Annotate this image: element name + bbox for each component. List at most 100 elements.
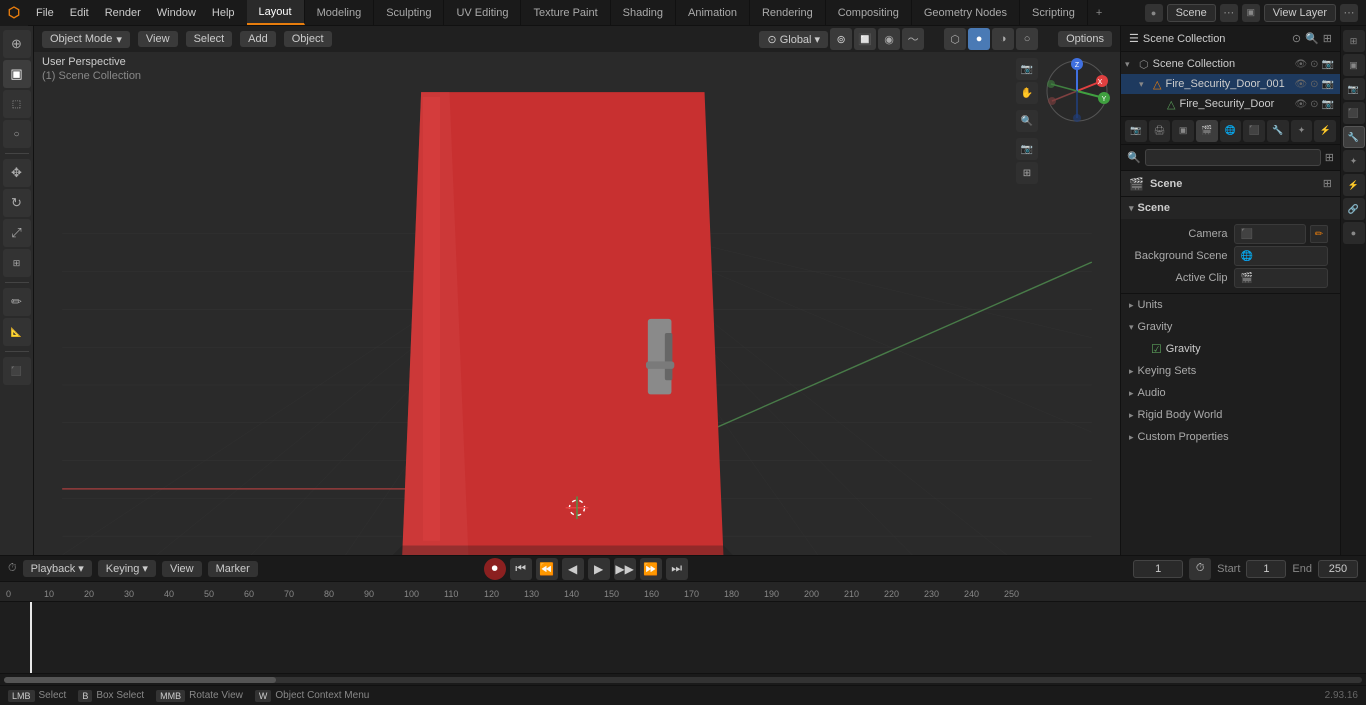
tab-texture-paint[interactable]: Texture Paint [521, 0, 610, 25]
menu-window[interactable]: Window [149, 0, 204, 25]
tab-animation[interactable]: Animation [676, 0, 750, 25]
tab-modeling[interactable]: Modeling [305, 0, 375, 25]
keying-menu-btn[interactable]: Keying ▾ [98, 560, 156, 577]
object-menu-btn[interactable]: Object [284, 31, 332, 47]
props-tab-scene[interactable]: 🎬 [1196, 120, 1218, 142]
jump-start-btn[interactable]: ⏮ [510, 558, 532, 580]
far-right-tab-4[interactable]: ⬛ [1343, 102, 1365, 124]
far-right-tab-1[interactable]: ⊞ [1343, 30, 1365, 52]
door-render[interactable]: 📷 [1322, 99, 1334, 110]
far-right-tab-8[interactable]: 🔗 [1343, 198, 1365, 220]
shading-wire-btn[interactable]: ⬡ [944, 28, 966, 50]
measure-tool-btn[interactable]: 📐 [3, 318, 31, 346]
props-tab-physics[interactable]: ⚡ [1314, 120, 1336, 142]
marker-menu-btn[interactable]: Marker [208, 561, 258, 577]
outliner-item-door[interactable]: ▸ △ Fire_Security_Door 👁 ⊙ 📷 [1121, 94, 1340, 114]
annotate-tool-btn[interactable]: ✏ [3, 288, 31, 316]
options-btn[interactable]: Options [1058, 31, 1112, 47]
far-right-tab-3[interactable]: 📷 [1343, 78, 1365, 100]
props-tab-view-layer[interactable]: ▣ [1172, 120, 1194, 142]
tab-scripting[interactable]: Scripting [1020, 0, 1088, 25]
door001-select[interactable]: ⊙ [1310, 79, 1318, 90]
props-tab-output[interactable]: 🖨 [1149, 120, 1171, 142]
add-object-btn[interactable]: ⬛ [3, 357, 31, 385]
door-select[interactable]: ⊙ [1310, 99, 1318, 110]
outliner-options-btn[interactable]: ⊞ [1323, 32, 1332, 45]
view-menu-btn[interactable]: View [138, 31, 178, 47]
step-prev-btn[interactable]: ◀ [562, 558, 584, 580]
select-box-btn[interactable]: ⬚ [3, 90, 31, 118]
bg-scene-input[interactable]: 🌐 [1234, 246, 1329, 266]
active-clip-input[interactable]: 🎬 [1234, 268, 1329, 288]
props-tab-world[interactable]: 🌐 [1220, 120, 1242, 142]
render-icon[interactable]: 📷 [1322, 59, 1334, 70]
props-tab-particles[interactable]: ✦ [1291, 120, 1313, 142]
scene-selector[interactable]: Scene [1167, 4, 1216, 22]
door-visibility[interactable]: 👁 [1294, 99, 1307, 110]
select-icon[interactable]: ⊙ [1310, 59, 1318, 70]
navigation-gizmo[interactable]: X Y Z [1042, 56, 1112, 126]
transform-tool-btn[interactable]: ⊞ [3, 249, 31, 277]
tab-geometry-nodes[interactable]: Geometry Nodes [912, 0, 1020, 25]
playback-menu-btn[interactable]: Playback ▾ [23, 560, 92, 577]
far-right-tab-9[interactable]: ● [1343, 222, 1365, 244]
camera-input[interactable]: ⬛ [1234, 224, 1307, 244]
select-circle-btn[interactable]: ○ [3, 120, 31, 148]
scrollbar-thumb[interactable] [4, 677, 276, 683]
custom-props-section[interactable]: ▸ Custom Properties [1121, 426, 1340, 448]
props-search-clear[interactable]: ⊞ [1325, 151, 1334, 164]
select-tool-btn[interactable]: ▣ [3, 60, 31, 88]
tab-rendering[interactable]: Rendering [750, 0, 826, 25]
shading-material-btn[interactable]: ◑ [992, 28, 1014, 50]
props-tab-render[interactable]: 📷 [1125, 120, 1147, 142]
jump-prev-keyframe-btn[interactable]: ⏪ [536, 558, 558, 580]
shading-render-btn[interactable]: ○ [1016, 28, 1038, 50]
tab-sculpting[interactable]: Sculpting [374, 0, 444, 25]
zoom-viewport-btn[interactable]: 🔍 [1016, 110, 1038, 132]
far-right-tab-7[interactable]: ⚡ [1343, 174, 1365, 196]
render-preview-btn[interactable]: 📷 [1016, 138, 1038, 160]
viewport-canvas[interactable] [34, 26, 1120, 555]
scale-tool-btn[interactable]: ⤢ [3, 219, 31, 247]
filter-btn[interactable]: ⊙ [1292, 32, 1301, 45]
search-outliner-btn[interactable]: 🔍 [1305, 32, 1319, 45]
timeline-content[interactable] [0, 602, 1366, 673]
timeline-scrollbar[interactable] [0, 673, 1366, 685]
scrollbar-track[interactable] [4, 677, 1362, 683]
menu-edit[interactable]: Edit [62, 0, 97, 25]
door001-render[interactable]: 📷 [1322, 79, 1334, 90]
props-tab-modifier[interactable]: 🔧 [1267, 120, 1289, 142]
jump-next-keyframe-btn[interactable]: ⏩ [640, 558, 662, 580]
tab-layout[interactable]: Layout [247, 0, 305, 25]
menu-render[interactable]: Render [97, 0, 149, 25]
props-tab-object[interactable]: ⬛ [1243, 120, 1265, 142]
play-btn[interactable]: ▶ [588, 558, 610, 580]
scene-props-expand[interactable]: ⊞ [1323, 177, 1332, 190]
outliner-item-door001[interactable]: ▾ △ Fire_Security_Door_001 👁 ⊙ 📷 [1121, 74, 1340, 94]
add-menu-btn[interactable]: Add [240, 31, 276, 47]
graph-btn[interactable]: 〜 [902, 28, 924, 50]
door001-visibility[interactable]: 👁 [1294, 79, 1307, 90]
scene-section-header[interactable]: ▾ Scene [1121, 197, 1340, 219]
end-frame-input[interactable]: 250 [1318, 560, 1358, 578]
scene-selector-icon[interactable]: ● [1145, 4, 1163, 22]
record-btn[interactable]: ⏺ [484, 558, 506, 580]
gravity-section[interactable]: ▾ Gravity [1121, 316, 1340, 338]
pivot-point-btn[interactable]: ⊙ Global ▾ [759, 31, 828, 48]
shading-solid-btn[interactable]: ● [968, 28, 990, 50]
visibility-icon[interactable]: 👁 [1294, 59, 1307, 70]
current-frame-input[interactable]: 1 [1133, 560, 1183, 578]
proportional-edit-btn[interactable]: ◉ [878, 28, 900, 50]
scene-options-icon[interactable]: ⋯ [1220, 4, 1238, 22]
frame-clock-btn[interactable]: ⏱ [1189, 558, 1211, 580]
gravity-checkbox-icon[interactable]: ☑ [1151, 342, 1162, 356]
grid-overlay-btn[interactable]: ⊞ [1016, 162, 1038, 184]
viewlayer-icon[interactable]: ▣ [1242, 4, 1260, 22]
rigid-body-section[interactable]: ▸ Rigid Body World [1121, 404, 1340, 426]
select-menu-btn[interactable]: Select [186, 31, 233, 47]
transform-pivot-btn[interactable]: ⊚ [830, 28, 852, 50]
rotate-tool-btn[interactable]: ↻ [3, 189, 31, 217]
far-right-tab-2[interactable]: ▣ [1343, 54, 1365, 76]
viewlayer-selector[interactable]: View Layer [1264, 4, 1336, 22]
step-next-btn[interactable]: ▶▶ [614, 558, 636, 580]
